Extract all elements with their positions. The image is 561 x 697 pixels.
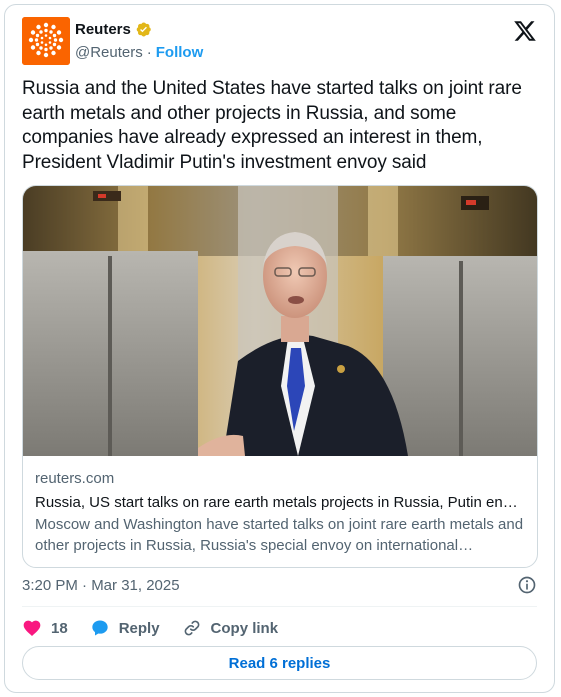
link-domain: reuters.com	[35, 470, 115, 487]
author-handle-row: @Reuters · Follow	[75, 44, 203, 61]
link-icon	[184, 620, 199, 636]
separator-dot: ·	[146, 44, 152, 61]
reuters-logo-icon	[22, 17, 70, 65]
x-logo-icon[interactable]	[513, 19, 537, 43]
tweet-header: Reuters @Reuters · Follow	[22, 17, 537, 65]
link-preview-meta: reuters.com Russia, US start talks on ra…	[35, 469, 525, 556]
copy-link-button[interactable]: Copy link	[182, 618, 279, 638]
link-title: Russia, US start talks on rare earth met…	[35, 494, 525, 511]
reply-label: Reply	[118, 619, 160, 637]
like-count: 18	[51, 619, 68, 637]
divider	[22, 606, 537, 607]
author-name-row: Reuters	[75, 21, 152, 38]
verified-badge-icon	[136, 22, 151, 37]
heart-icon	[23, 620, 41, 636]
link-description: Moscow and Washington have started talks…	[35, 516, 524, 554]
tweet-meta-row: 3:20 PM · Mar 31, 2025	[22, 575, 537, 595]
copy-link-label: Copy link	[210, 619, 279, 637]
read-replies-label: Read 6 replies	[228, 654, 331, 672]
avatar[interactable]	[22, 17, 70, 65]
speech-bubble-icon	[92, 620, 108, 636]
read-replies-button[interactable]: Read 6 replies	[22, 646, 537, 680]
like-button[interactable]: 18	[22, 618, 68, 638]
reply-button[interactable]: Reply	[90, 618, 160, 638]
link-preview-card[interactable]: reuters.com Russia, US start talks on ra…	[22, 185, 538, 568]
author-name[interactable]: Reuters	[75, 21, 131, 38]
tweet-text: Russia and the United States have starte…	[22, 78, 522, 173]
info-icon[interactable]	[517, 575, 537, 595]
author-handle[interactable]: @Reuters	[75, 44, 143, 61]
timestamp[interactable]: 3:20 PM · Mar 31, 2025	[22, 577, 180, 594]
tweet-embed-card: Reuters @Reuters · Follow Russia and the…	[4, 4, 555, 693]
follow-button[interactable]: Follow	[156, 44, 204, 61]
article-photo	[23, 186, 537, 456]
tweet-actions: 18 Reply Copy link	[22, 617, 300, 639]
